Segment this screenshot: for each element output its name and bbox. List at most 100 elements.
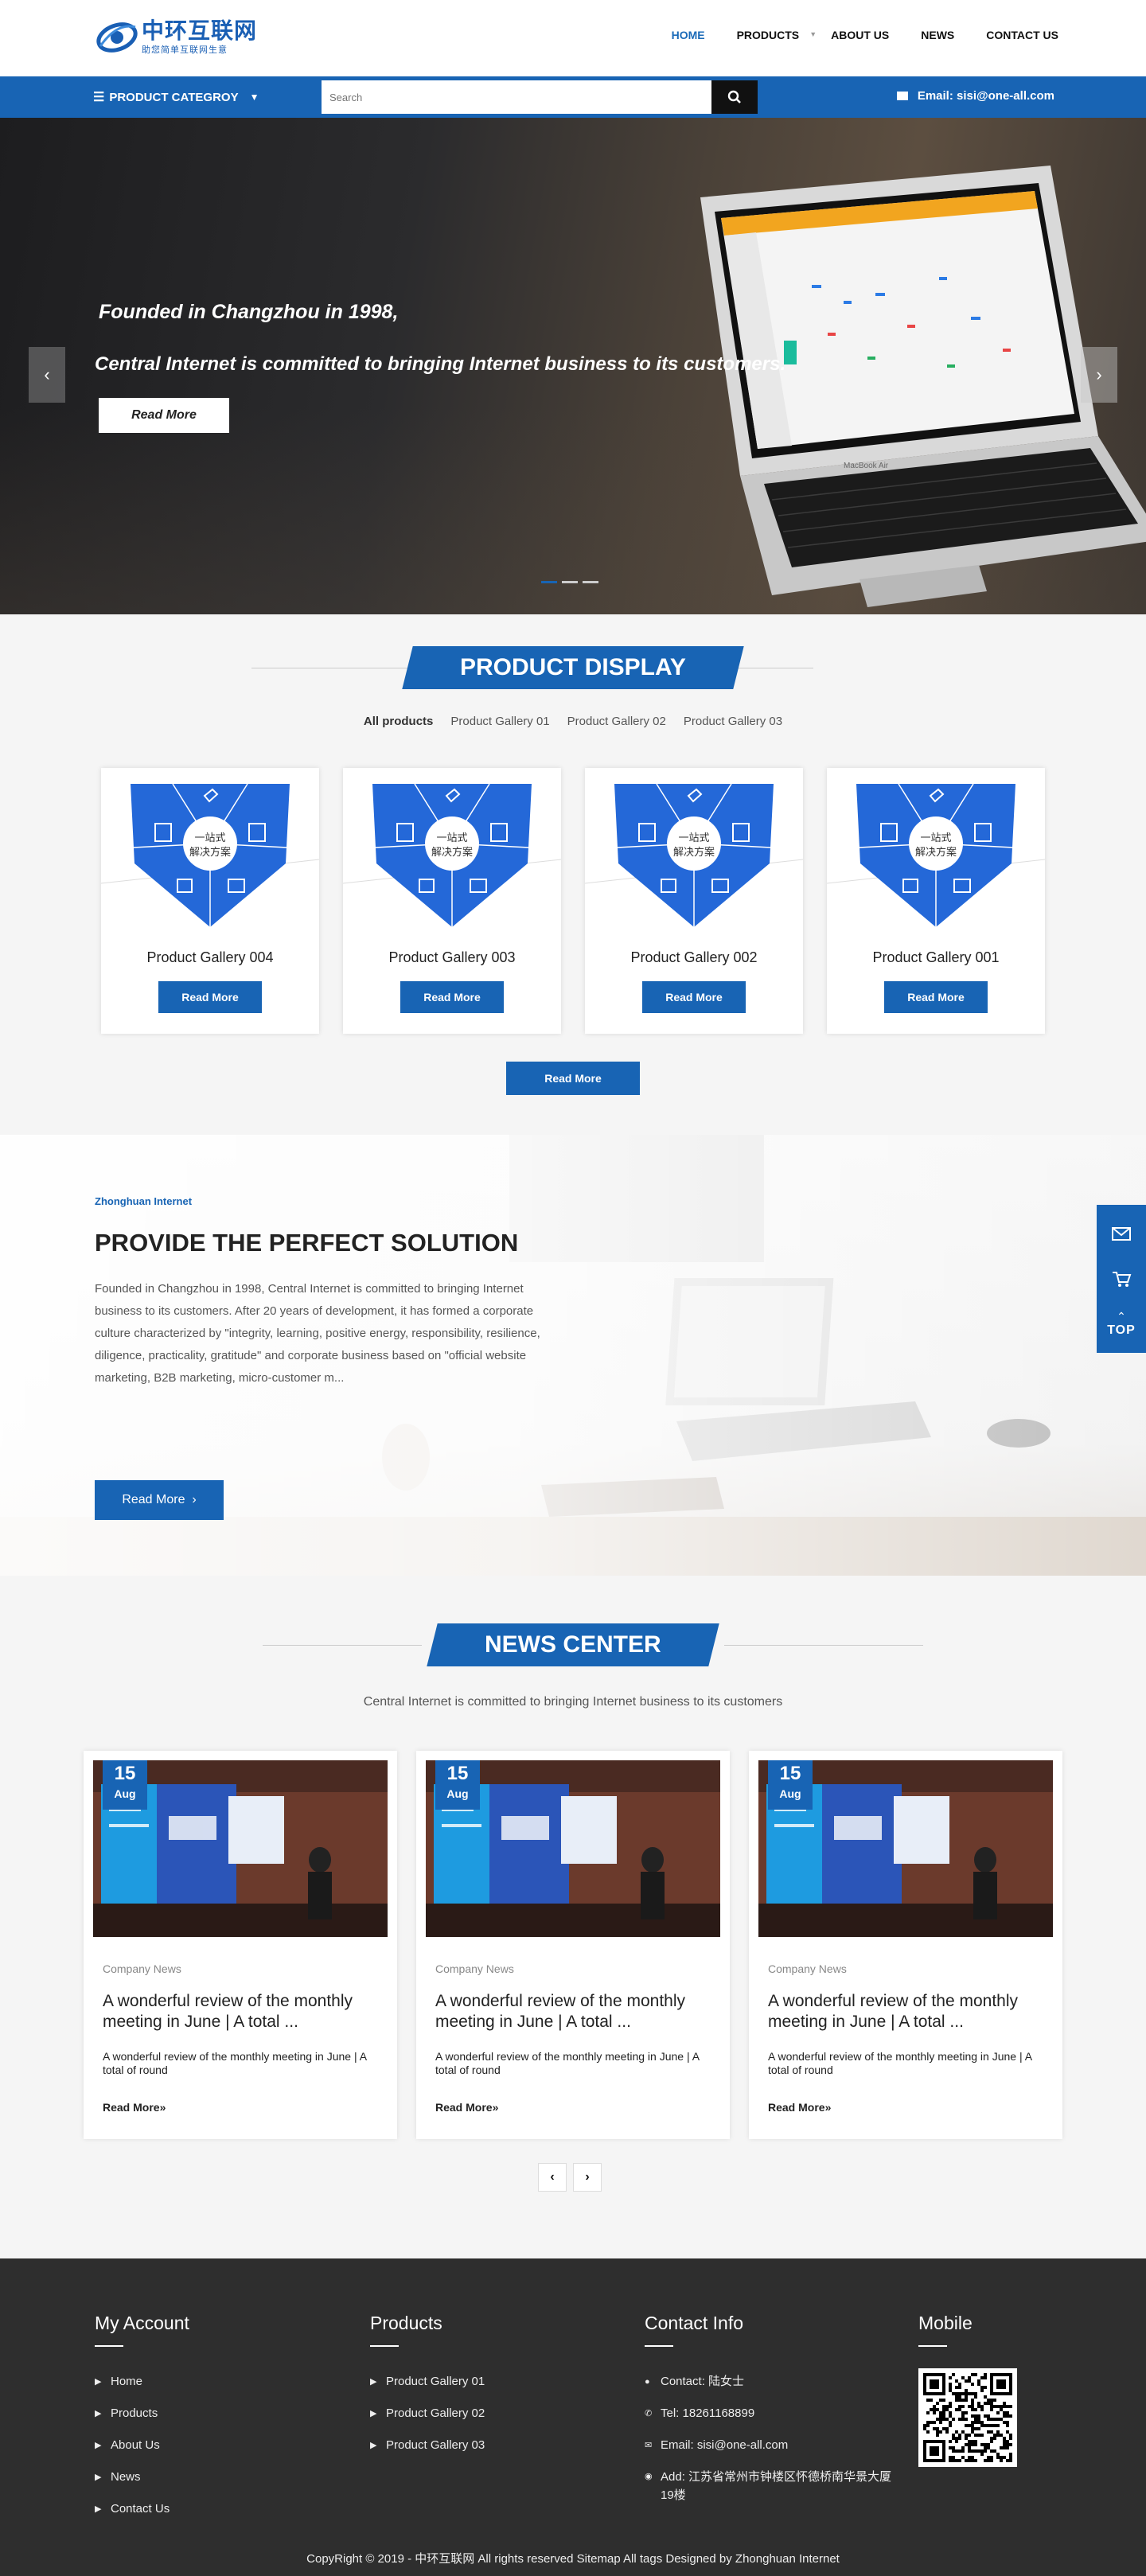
nav-contact-us[interactable]: CONTACT US <box>986 29 1058 41</box>
product-name: Product Gallery 004 <box>146 949 274 965</box>
qr-pattern <box>923 2373 1012 2462</box>
nav-products-label: PRODUCTS <box>736 29 800 41</box>
solution-diagram: 一站式解决方案 <box>827 783 1045 927</box>
nav-home[interactable]: HOME <box>672 29 705 41</box>
divider <box>724 1645 923 1646</box>
news-category: Company News <box>103 1962 181 1975</box>
news-card[interactable]: 15 Aug Company News A wonderful review of… <box>84 1751 397 2139</box>
hero-line-1: Founded in Changzhou in 1998, <box>99 301 399 323</box>
copyright: CopyRight © 2019 - 中环互联网 All rights rese… <box>306 2552 840 2566</box>
product-name: Product Gallery 002 <box>630 949 758 965</box>
solution-title: PROVIDE THE PERFECT SOLUTION <box>95 1229 519 1257</box>
footer-heading: My Account <box>95 2313 189 2333</box>
chevron-up-icon: ⌃ <box>1117 1310 1126 1323</box>
location-icon: ◉ <box>645 2472 653 2481</box>
float-mail-button[interactable] <box>1110 1213 1132 1254</box>
hero-read-more-button[interactable]: Read More <box>99 398 229 433</box>
footer-link-news[interactable]: News <box>111 2461 141 2493</box>
search-input[interactable] <box>322 80 711 114</box>
solution-read-more-button[interactable]: Read More › <box>95 1480 224 1520</box>
nav-news[interactable]: NEWS <box>921 29 954 41</box>
footer-link-products[interactable]: Products <box>111 2398 158 2430</box>
search-button[interactable] <box>711 80 758 114</box>
footer-link-contact-us[interactable]: Contact Us <box>111 2493 170 2525</box>
news-read-more-link[interactable]: Read More» <box>768 2101 831 2114</box>
product-cards: 一站式 解决方案 Product Gallery 004 Read More 一站… <box>0 768 1146 1034</box>
tab-product-gallery-02[interactable]: Product Gallery 02 <box>567 715 666 728</box>
site-footer: My Account ▶ Home ▶ Products ▶ About Us ▶ Ne… <box>0 2258 1146 2576</box>
phone-icon: ✆ <box>645 2409 653 2418</box>
menu-icon: ☰ <box>93 91 105 104</box>
news-title[interactable]: A wonderful review of the monthly meetin… <box>768 1991 1047 2032</box>
divider <box>370 2345 399 2347</box>
product-display-section: PRODUCT DISPLAY All products Product Gal… <box>0 614 1146 1135</box>
footer-link-about-us[interactable]: About Us <box>111 2430 160 2461</box>
footer-link-gallery-01[interactable]: Product Gallery 01 <box>386 2366 485 2398</box>
footer-email[interactable]: Email: sisi@one-all.com <box>661 2430 788 2461</box>
logo[interactable]: 中环互联网 助您简单互联网生意 <box>96 19 257 56</box>
solution-tag: Zhonghuan Internet <box>95 1195 193 1207</box>
news-pager: ‹ › <box>538 2163 608 2192</box>
tab-product-gallery-03[interactable]: Product Gallery 03 <box>684 715 782 728</box>
footer-link-gallery-03[interactable]: Product Gallery 03 <box>386 2430 485 2461</box>
tab-all-products[interactable]: All products <box>364 715 434 728</box>
product-category-dropdown[interactable]: ☰ PRODUCT CATEGROY ▼ <box>93 89 259 105</box>
news-card[interactable]: 15 Aug Company News A wonderful review of… <box>749 1751 1062 2139</box>
laptop-image: MacBook Air <box>700 166 1146 607</box>
slider-dot[interactable] <box>583 581 598 583</box>
footer-link-gallery-02[interactable]: Product Gallery 02 <box>386 2398 485 2430</box>
envelope-icon <box>1112 1227 1131 1241</box>
nav-products[interactable]: PRODUCTS ▼ <box>736 29 817 41</box>
logo-icon <box>96 19 138 56</box>
product-read-more-button[interactable]: Read More <box>158 981 262 1013</box>
footer-contact-person: Contact: 陆女士 <box>661 2375 745 2388</box>
news-title[interactable]: A wonderful review of the monthly meetin… <box>103 1991 381 2032</box>
news-title[interactable]: A wonderful review of the monthly meetin… <box>435 1991 714 2032</box>
search-form <box>322 80 758 114</box>
tab-product-gallery-01[interactable]: Product Gallery 01 <box>450 715 549 728</box>
product-image: 一站式 解决方案 <box>101 768 319 927</box>
cart-icon <box>1113 1271 1132 1287</box>
product-read-more-button[interactable]: Read More <box>400 981 504 1013</box>
news-category: Company News <box>768 1962 847 1975</box>
news-card[interactable]: 15 Aug Company News A wonderful review of… <box>416 1751 730 2139</box>
caret-right-icon: ▶ <box>370 2377 377 2387</box>
footer-tel: Tel: 18261168899 <box>661 2406 755 2420</box>
news-prev-button[interactable]: ‹ <box>538 2163 567 2192</box>
caret-right-icon: ▶ <box>370 2441 377 2450</box>
footer-link-home[interactable]: Home <box>111 2366 142 2398</box>
product-read-more-button[interactable]: Read More <box>642 981 746 1013</box>
news-next-button[interactable]: › <box>573 2163 602 2192</box>
float-cart-button[interactable] <box>1110 1258 1132 1300</box>
divider <box>95 2345 123 2347</box>
news-desc: A wonderful review of the monthly meetin… <box>103 2050 367 2076</box>
back-to-top-button[interactable]: ⌃ TOP <box>1107 1304 1136 1345</box>
product-name: Product Gallery 003 <box>388 949 516 965</box>
nav-about-us[interactable]: ABOUT US <box>831 29 889 41</box>
product-card[interactable]: 一站式 解决方案 Product Gallery 002 Read More <box>585 768 803 1034</box>
qr-code <box>918 2368 1017 2467</box>
top-label: TOP <box>1107 1323 1136 1338</box>
product-card[interactable]: 一站式 解决方案 Product Gallery 001 Read More <box>827 768 1045 1034</box>
section-title: PRODUCT DISPLAY <box>0 646 1146 689</box>
diagram-label: 解决方案 <box>189 846 231 859</box>
product-card[interactable]: 一站式 解决方案 Product Gallery 003 Read More <box>343 768 561 1034</box>
footer-heading: Mobile <box>918 2313 973 2333</box>
divider <box>263 1645 422 1646</box>
caret-right-icon: ▶ <box>95 2377 102 2387</box>
slider-prev-arrow[interactable]: ‹ <box>29 347 65 403</box>
news-date-badge: 15 Aug <box>435 1760 480 1810</box>
caret-right-icon: ▶ <box>95 2441 102 2450</box>
news-read-more-link[interactable]: Read More» <box>103 2101 166 2114</box>
chevron-right-icon: › <box>192 1493 197 1506</box>
category-label: PRODUCT CATEGROY <box>109 90 239 104</box>
solution-diagram: 一站式解决方案 <box>343 783 561 927</box>
slider-dot[interactable] <box>562 581 578 583</box>
news-read-more-link[interactable]: Read More» <box>435 2101 498 2114</box>
slider-dot[interactable] <box>541 581 557 583</box>
header-email[interactable]: Email: sisi@one-all.com <box>896 89 1054 103</box>
product-card[interactable]: 一站式 解决方案 Product Gallery 004 Read More <box>101 768 319 1034</box>
slider-next-arrow[interactable]: › <box>1081 347 1117 403</box>
product-read-more-button[interactable]: Read More <box>884 981 988 1013</box>
products-more-button[interactable]: Read More <box>506 1062 640 1095</box>
